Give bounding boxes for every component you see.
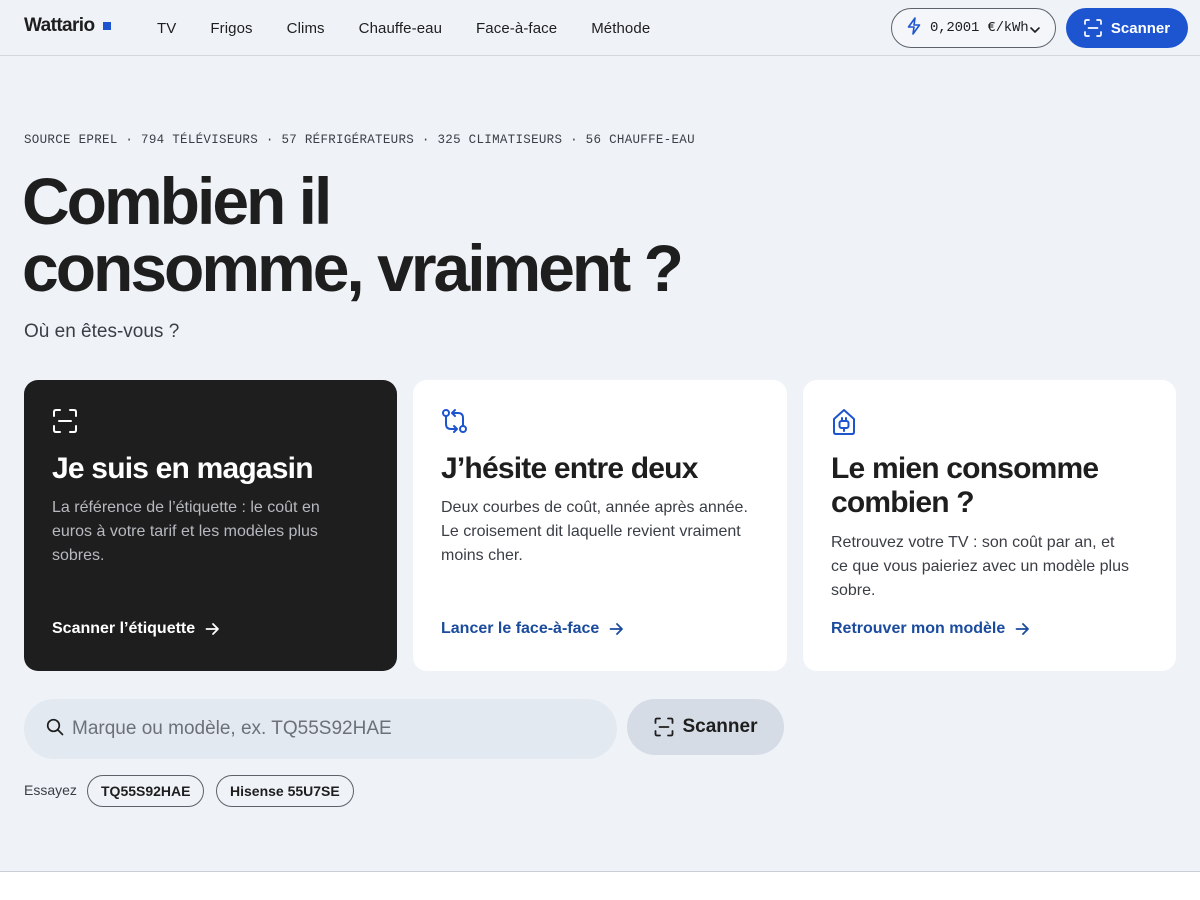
scan-icon: [654, 717, 673, 737]
brand-logo[interactable]: Wattario: [24, 15, 111, 37]
card-my-model[interactable]: Le mien consomme combien ? Retrouvez vot…: [803, 380, 1176, 671]
page-title-line-2: consomme, vraiment ?: [22, 231, 684, 305]
lightning-icon: [906, 16, 922, 40]
nav-item-methode[interactable]: Méthode: [591, 20, 650, 37]
arrow-right-icon: [1015, 623, 1030, 635]
nav-item-frigos[interactable]: Frigos: [210, 20, 252, 37]
find-my-model-link[interactable]: Retrouver mon modèle: [831, 620, 1030, 638]
scan-icon: [52, 408, 78, 439]
card-description: Deux courbes de coût, année après année.…: [441, 499, 748, 564]
search-scan-button[interactable]: Scanner: [627, 699, 784, 755]
price-value: 0,2001 €/kWh: [930, 20, 1029, 36]
card-in-store[interactable]: Je suis en magasin La référence de l’éti…: [24, 380, 397, 671]
electricity-price-selector[interactable]: 0,2001 €/kWh: [891, 8, 1056, 48]
suggestion-chip[interactable]: Hisense 55U7SE: [216, 775, 354, 807]
suggestion-chip[interactable]: TQ55S92HAE: [87, 775, 205, 807]
compare-arrows-icon: [441, 408, 469, 439]
card-cta-label: Lancer le face-à-face: [441, 620, 600, 637]
page-subtitle: Où en êtes-vous ?: [24, 321, 180, 342]
card-compare[interactable]: J’hésite entre deux Deux courbes de coût…: [413, 380, 787, 671]
top-navigation-bar: Wattario TV Frigos Clims Chauffe-eau Fac…: [0, 0, 1200, 56]
card-cta-label: Retrouver mon modèle: [831, 620, 1006, 637]
main-nav: TV Frigos Clims Chauffe-eau Face-à-face …: [157, 0, 684, 56]
card-title: J’hésite entre deux: [441, 452, 698, 485]
search-scan-label: Scanner: [682, 716, 758, 737]
scan-label-link[interactable]: Scanner l’étiquette: [52, 620, 220, 638]
arrow-right-icon: [609, 623, 624, 635]
arrow-right-icon: [205, 623, 220, 635]
footer-divider: [0, 871, 1200, 900]
nav-item-tv[interactable]: TV: [157, 20, 176, 37]
page-title: Combien il consomme, vraiment ?: [22, 168, 722, 302]
card-title: Le mien consomme combien ?: [831, 452, 1099, 519]
card-title: Je suis en magasin: [52, 452, 314, 485]
brand-name: Wattario: [24, 15, 95, 36]
nav-item-clims[interactable]: Clims: [287, 20, 325, 37]
card-description: La référence de l’étiquette : le coût en…: [52, 499, 320, 564]
home-plug-icon: [831, 408, 857, 441]
header-scan-label: Scanner: [1110, 19, 1171, 37]
header-scan-button[interactable]: Scanner: [1066, 8, 1188, 48]
card-cta-label: Scanner l’étiquette: [52, 620, 196, 637]
suggestions-label: Essayez: [24, 782, 77, 798]
nav-item-chauffe-eau[interactable]: Chauffe-eau: [359, 20, 442, 37]
chevron-down-icon: [1029, 23, 1041, 41]
brand-square-icon: [102, 22, 111, 30]
search-input[interactable]: [72, 718, 592, 740]
nav-item-face-a-face[interactable]: Face-à-face: [476, 20, 557, 37]
scan-icon: [1084, 19, 1102, 37]
card-description: Retrouvez votre TV : son coût par an, et…: [831, 534, 1129, 599]
data-source-stats: SOURCE EPREL · 794 TÉLÉVISEURS · 57 RÉFR…: [24, 133, 695, 147]
search-icon: [46, 718, 64, 741]
start-face-to-face-link[interactable]: Lancer le face-à-face: [441, 620, 624, 638]
page-title-line-1: Combien il: [22, 164, 332, 238]
search-bar[interactable]: [24, 699, 617, 759]
